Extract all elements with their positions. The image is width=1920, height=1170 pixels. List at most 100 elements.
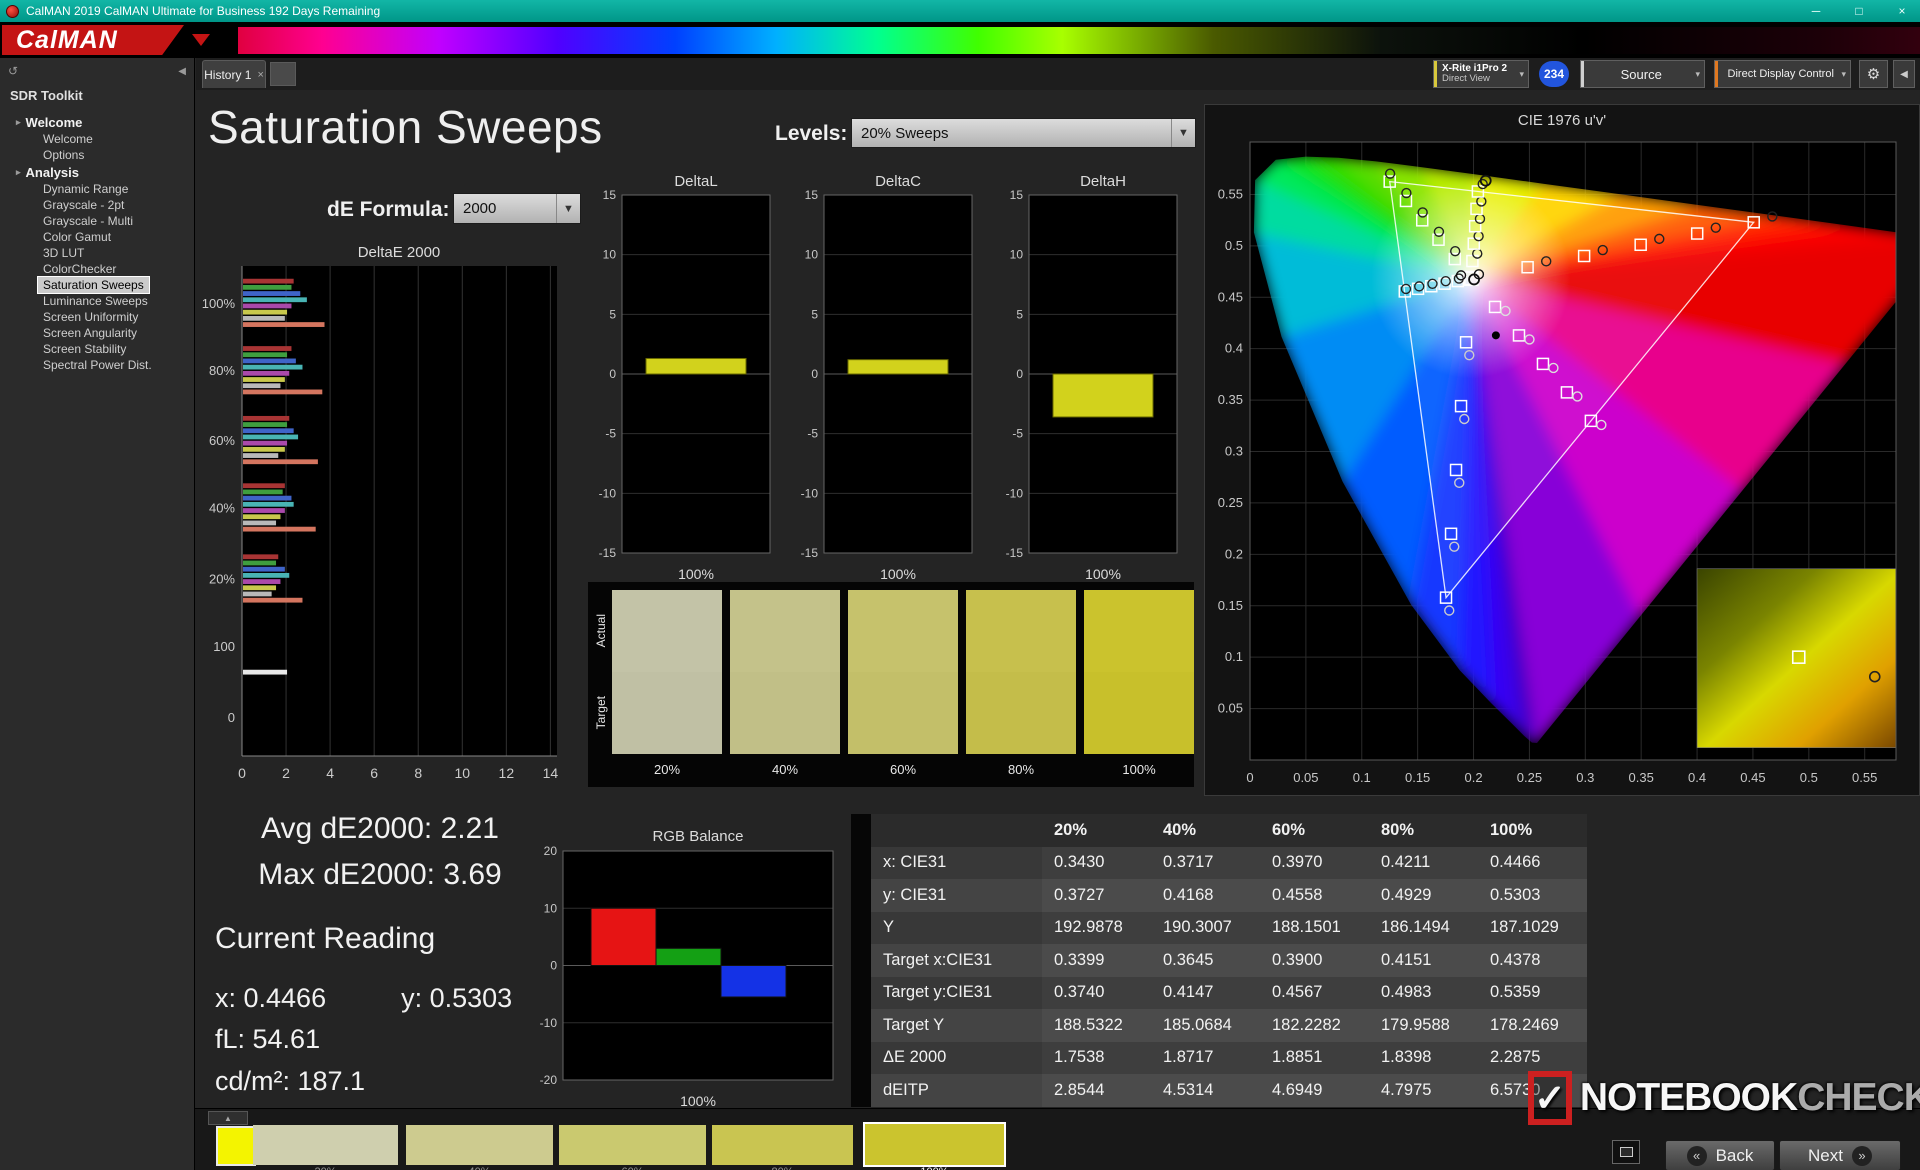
back-chevron-icon: « xyxy=(1687,1146,1707,1166)
sidebar-collapse-icon[interactable]: ◀ xyxy=(178,66,186,77)
sidebar-item-screen-angularity[interactable]: Screen Angularity xyxy=(38,325,142,341)
back-button[interactable]: « Back xyxy=(1665,1140,1775,1170)
maximize-button[interactable]: □ xyxy=(1841,0,1877,22)
close-button[interactable]: × xyxy=(1884,0,1920,22)
meter-dropdown[interactable]: X-Rite i1Pro 2 Direct View ▾ xyxy=(1433,60,1529,88)
current-fl-value: fL: 54.61 xyxy=(215,1024,320,1055)
strip-swatch-20%[interactable] xyxy=(253,1125,398,1165)
svg-text:0: 0 xyxy=(228,710,235,725)
sidebar-item-grayscale-2pt[interactable]: Grayscale - 2pt xyxy=(38,197,129,213)
sidebar-item-options[interactable]: Options xyxy=(38,147,89,163)
table-value: 0.4929 xyxy=(1369,879,1478,912)
svg-text:5: 5 xyxy=(609,307,616,321)
sidebar-section-welcome[interactable]: ▸Welcome xyxy=(0,113,194,131)
table-value: 188.5322 xyxy=(1042,1009,1151,1042)
target-swatch-60% xyxy=(848,672,958,754)
svg-text:-15: -15 xyxy=(599,546,617,560)
table-value: 0.4168 xyxy=(1151,879,1260,912)
svg-text:0.15: 0.15 xyxy=(1405,770,1430,785)
table-indicator xyxy=(851,1042,871,1075)
chevron-up-icon: ▲ xyxy=(224,1114,232,1123)
table-header-80%: 80% xyxy=(1369,814,1478,847)
strip-collapse-button[interactable]: ▲ xyxy=(208,1111,248,1125)
table-value: 185.0684 xyxy=(1151,1009,1260,1042)
cie-chart-title: CIE 1976 u'v' xyxy=(1205,105,1919,135)
gear-icon: ⚙ xyxy=(1867,65,1880,83)
actual-swatch-20% xyxy=(612,590,722,672)
current-patch-swatch[interactable] xyxy=(216,1126,256,1166)
swatch-row-label-actual: Actual xyxy=(594,614,608,647)
sidebar-item-dynamic-range[interactable]: Dynamic Range xyxy=(38,181,133,197)
actual-swatch-100% xyxy=(1084,590,1194,672)
table-value: 2.8544 xyxy=(1042,1074,1151,1107)
deltaC-svg: DeltaC151050-5-10-15100% xyxy=(780,169,986,614)
window-title: CalMAN 2019 CalMAN Ultimate for Business… xyxy=(26,4,1791,18)
display-window-button[interactable] xyxy=(1612,1140,1640,1164)
strip-swatch-label: 40% xyxy=(406,1166,553,1170)
strip-swatch-40%[interactable] xyxy=(406,1125,553,1165)
sidebar-item-saturation-sweeps[interactable]: Saturation Sweeps xyxy=(38,277,149,293)
svg-text:100%: 100% xyxy=(678,566,714,582)
back-circle-icon[interactable]: ↺ xyxy=(8,64,18,78)
table-corner xyxy=(851,814,871,847)
strip-swatch-100%[interactable] xyxy=(863,1122,1006,1167)
sidebar-item-color-gamut[interactable]: Color Gamut xyxy=(38,229,116,245)
table-value: 1.8717 xyxy=(1151,1042,1260,1075)
svg-text:0.3: 0.3 xyxy=(1225,444,1243,459)
de-formula-dropdown[interactable]: 2000 ▼ xyxy=(453,193,581,224)
svg-text:60%: 60% xyxy=(209,433,235,448)
table-indicator xyxy=(851,1074,871,1107)
display-control-dropdown[interactable]: Direct Display Control ▾ xyxy=(1714,60,1851,88)
source-dropdown[interactable]: Source ▾ xyxy=(1580,60,1705,88)
sidebar-item-screen-stability[interactable]: Screen Stability xyxy=(38,341,131,357)
sidebar-item-luminance-sweeps[interactable]: Luminance Sweeps xyxy=(38,293,153,309)
levels-dropdown[interactable]: 20% Sweeps ▼ xyxy=(851,118,1196,148)
svg-text:0: 0 xyxy=(1016,367,1023,381)
table-value: 0.3970 xyxy=(1260,847,1369,880)
panel-collapse-button[interactable]: ◀ xyxy=(1893,60,1915,88)
table-value: 0.3740 xyxy=(1042,977,1151,1010)
svg-text:10: 10 xyxy=(1010,248,1024,262)
tab-close-icon[interactable]: × xyxy=(257,69,263,81)
current-y-value: y: 0.5303 xyxy=(401,983,512,1014)
table-value: 0.3645 xyxy=(1151,944,1260,977)
sidebar-item-grayscale-multi[interactable]: Grayscale - Multi xyxy=(38,213,138,229)
sidebar-item-colorchecker[interactable]: ColorChecker xyxy=(38,261,121,277)
minimize-button[interactable]: ─ xyxy=(1798,0,1834,22)
target-swatch-100% xyxy=(1084,672,1194,754)
tab-stub[interactable] xyxy=(270,62,296,86)
table-value: 0.3430 xyxy=(1042,847,1151,880)
strip-swatch-60%[interactable] xyxy=(559,1125,706,1165)
strip-swatch-80%[interactable] xyxy=(712,1125,853,1165)
sidebar-item-welcome[interactable]: Welcome xyxy=(38,131,98,147)
caret-icon: ▸ xyxy=(16,167,21,178)
next-button[interactable]: Next » xyxy=(1779,1140,1901,1170)
svg-text:10: 10 xyxy=(805,248,819,262)
menu-bar: CalMAN xyxy=(0,22,1920,58)
levels-label: Levels: xyxy=(775,122,847,146)
sidebar-item-spectral-power-dist-[interactable]: Spectral Power Dist. xyxy=(38,357,157,373)
svg-text:DeltaC: DeltaC xyxy=(875,173,921,190)
table-value: 0.5303 xyxy=(1478,879,1587,912)
svg-text:6: 6 xyxy=(370,765,378,781)
table-value: 0.4211 xyxy=(1369,847,1478,880)
sidebar-section-analysis[interactable]: ▸Analysis xyxy=(0,163,194,181)
tab-history-1[interactable]: History 1 × xyxy=(202,60,266,88)
calman-logo[interactable]: CalMAN xyxy=(2,25,184,55)
target-swatch-80% xyxy=(966,672,1076,754)
svg-text:0.35: 0.35 xyxy=(1218,392,1243,407)
logo-dropdown-arrow-icon[interactable] xyxy=(192,34,210,46)
svg-text:0.2: 0.2 xyxy=(1464,770,1482,785)
table-indicator xyxy=(851,912,871,945)
swatch-row-label-target: Target xyxy=(594,696,608,729)
swatch-label: 80% xyxy=(966,754,1076,784)
svg-text:DeltaL: DeltaL xyxy=(674,173,717,190)
settings-gear-button[interactable]: ⚙ xyxy=(1859,60,1888,88)
svg-text:0.45: 0.45 xyxy=(1740,770,1765,785)
sidebar-item-3d-lut[interactable]: 3D LUT xyxy=(38,245,89,261)
table-value: 187.1029 xyxy=(1478,912,1587,945)
cie-chromaticity-plot: 00.050.10.150.20.250.30.350.40.450.50.55… xyxy=(1205,135,1919,798)
chevron-left-icon: ◀ xyxy=(1900,69,1908,80)
sidebar-item-screen-uniformity[interactable]: Screen Uniformity xyxy=(38,309,143,325)
svg-text:RGB Balance: RGB Balance xyxy=(653,828,744,845)
